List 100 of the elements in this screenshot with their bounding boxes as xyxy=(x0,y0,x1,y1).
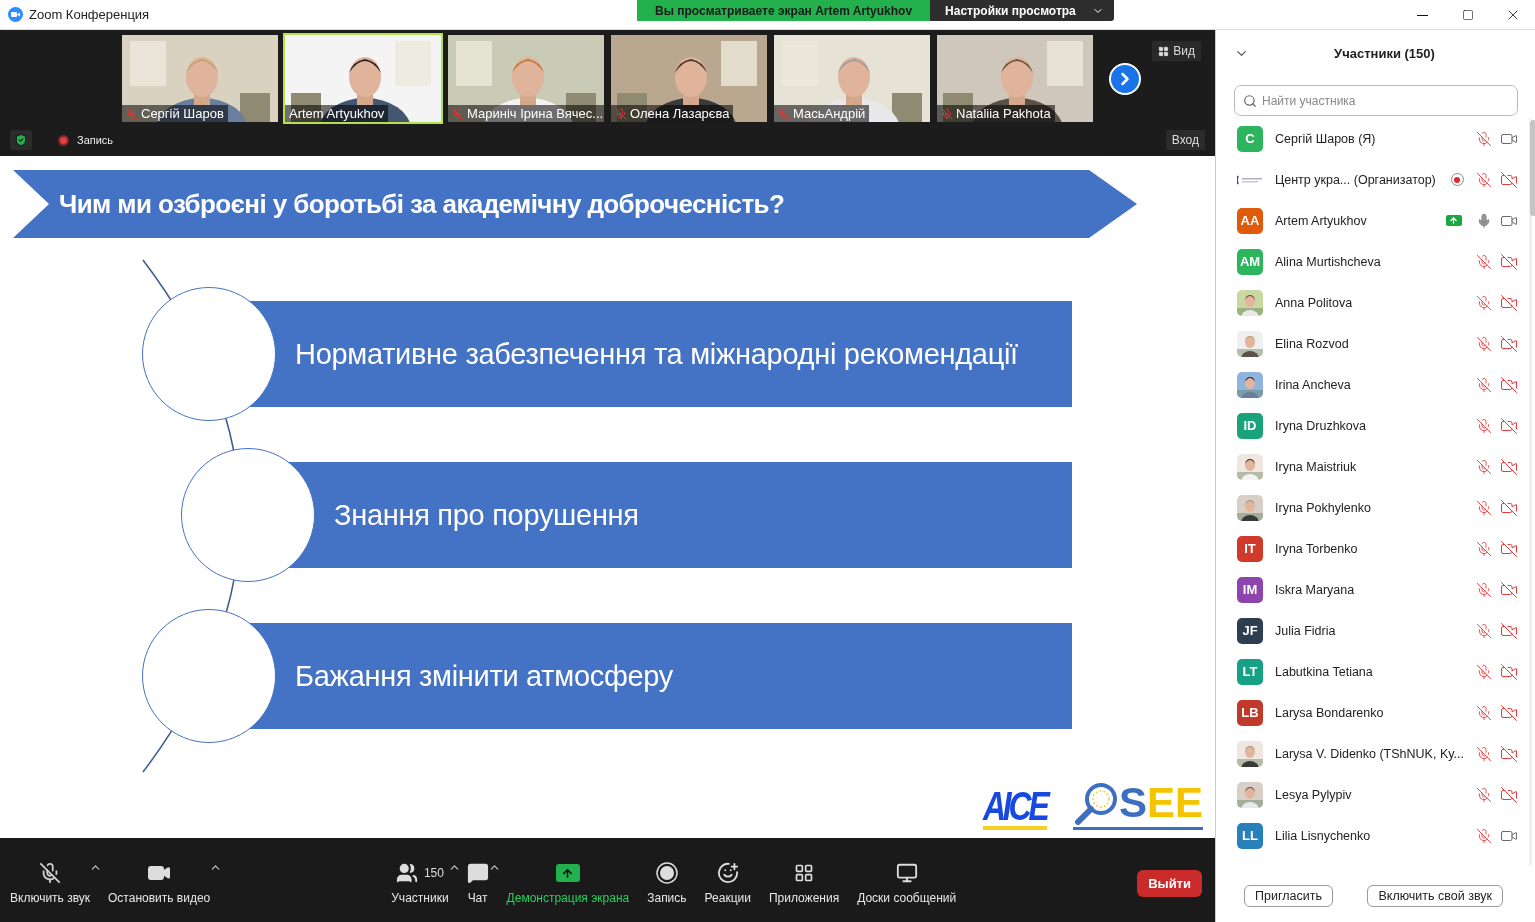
video-tile[interactable]: Nataliia Pakhota xyxy=(935,33,1095,124)
participant-row[interactable]: AM Alina Murtishcheva xyxy=(1216,241,1526,282)
view-button[interactable]: Вид xyxy=(1152,41,1201,61)
mic-off-icon[interactable] xyxy=(1475,786,1492,803)
participant-name: Lilia Lisnychenko xyxy=(1275,828,1372,843)
mic-off-icon[interactable] xyxy=(1475,417,1492,434)
participant-name: Anna Politova xyxy=(1275,295,1354,310)
search-icon xyxy=(1243,94,1257,108)
video-off-icon[interactable] xyxy=(1499,539,1518,558)
participant-name: Nataliia Pakhota xyxy=(937,105,1055,122)
participant-name: Iskra Maryana xyxy=(1275,582,1356,597)
mic-off-icon[interactable] xyxy=(1475,704,1492,721)
participant-row[interactable]: Центр укра... (Организатор) xyxy=(1216,159,1526,200)
stop-video-button[interactable]: Остановить видео xyxy=(108,861,211,905)
unmute-button[interactable]: Включить звук xyxy=(10,861,91,905)
scrollbar-thumb[interactable] xyxy=(1529,120,1535,216)
participant-row[interactable]: Elina Rozvod xyxy=(1216,323,1526,364)
participants-button[interactable]: 150 Участники xyxy=(391,861,449,905)
mic-off-icon[interactable] xyxy=(1475,376,1492,393)
mic-off-icon[interactable] xyxy=(1475,745,1492,762)
participant-name: Олена Лазарєва xyxy=(611,105,734,122)
video-off-icon[interactable] xyxy=(1499,170,1518,189)
video-off-icon[interactable] xyxy=(1499,703,1518,722)
mic-off-icon[interactable] xyxy=(1475,171,1492,188)
record-button[interactable]: Запись xyxy=(647,861,687,905)
mic-off-icon[interactable] xyxy=(1475,827,1492,844)
video-off-icon[interactable] xyxy=(1499,744,1518,763)
avatar: JF xyxy=(1237,617,1263,644)
participant-name: Сергій Шаров (Я) xyxy=(1275,131,1377,146)
chat-bubble-icon xyxy=(466,862,489,884)
participant-row[interactable]: LT Labutkina Tetiana xyxy=(1216,651,1526,692)
participant-row[interactable]: IM Iskra Maryana xyxy=(1216,569,1526,610)
reactions-button[interactable]: Реакции xyxy=(704,861,751,905)
security-button[interactable] xyxy=(10,130,32,150)
chat-button[interactable]: Чат xyxy=(466,861,489,905)
participant-row[interactable]: ID Iryna Druzhkova xyxy=(1216,405,1526,446)
video-off-icon[interactable] xyxy=(1499,252,1518,271)
participant-row[interactable]: Irina Ancheva xyxy=(1216,364,1526,405)
mic-off-icon[interactable] xyxy=(1475,335,1492,352)
mic-off-icon[interactable] xyxy=(1475,540,1492,557)
participant-row[interactable]: JF Julia Fidria xyxy=(1216,610,1526,651)
participant-row[interactable]: Iryna Maistriuk xyxy=(1216,446,1526,487)
search-field[interactable]: Найти участника xyxy=(1234,85,1518,116)
participant-row[interactable]: Larysa V. Didenko (TShNUK, Ky... xyxy=(1216,733,1526,774)
unmute-self-button[interactable]: Включить свой звук xyxy=(1367,885,1503,907)
mic-off-icon[interactable] xyxy=(1475,663,1492,680)
avatar: LB xyxy=(1237,699,1263,726)
participant-name: Iryna Pokhylenko xyxy=(1275,500,1372,515)
apps-button[interactable]: Приложения xyxy=(768,861,840,905)
video-off-icon[interactable] xyxy=(1499,580,1518,599)
participant-name: Larysa V. Didenko (TShNUK, Ky... xyxy=(1275,746,1464,761)
video-off-icon[interactable] xyxy=(1499,375,1518,394)
view-settings-button[interactable]: Настройки просмотра xyxy=(930,0,1114,21)
video-tile[interactable]: Олена Лазарєва xyxy=(609,33,769,124)
grid-icon xyxy=(1158,45,1170,57)
participant-row[interactable]: С Сергій Шаров (Я) xyxy=(1216,118,1526,159)
avatar: IM xyxy=(1237,576,1263,603)
mic-off-icon[interactable] xyxy=(1475,458,1492,475)
mic-off-icon xyxy=(452,107,464,120)
video-tile[interactable]: Artem Artyukhov xyxy=(283,33,443,124)
mic-off-icon[interactable] xyxy=(1475,294,1492,311)
participant-row[interactable]: LB Larysa Bondarenko xyxy=(1216,692,1526,733)
item-text: Бажання змінити атмосферу xyxy=(295,659,674,693)
video-off-icon[interactable] xyxy=(1499,416,1518,435)
participant-row[interactable]: AA Artem Artyukhov xyxy=(1216,200,1526,241)
mic-off-icon xyxy=(39,862,61,884)
record-icon xyxy=(655,862,678,884)
mic-off-icon[interactable] xyxy=(1475,253,1492,270)
video-off-icon[interactable] xyxy=(1499,621,1518,640)
share-banner: Вы просматриваете экран Artem Artyukhov xyxy=(637,0,931,21)
avatar: AM xyxy=(1237,248,1263,275)
video-off-icon[interactable] xyxy=(1499,334,1518,353)
leave-button[interactable]: Выйти xyxy=(1137,869,1202,897)
mic-off-icon[interactable] xyxy=(1475,499,1492,516)
participant-row[interactable]: IT Iryna Torbenko xyxy=(1216,528,1526,569)
mic-off-icon[interactable] xyxy=(1475,622,1492,639)
participant-row[interactable]: Anna Politova xyxy=(1216,282,1526,323)
recording-label: Запись xyxy=(77,134,114,146)
whiteboards-button[interactable]: Доски сообщений xyxy=(857,861,957,905)
video-tile[interactable]: Мариніч Ірина Вячес... xyxy=(446,33,606,124)
video-tile[interactable]: Сергій Шаров xyxy=(120,33,280,124)
participant-row[interactable]: Iryna Pokhylenko xyxy=(1216,487,1526,528)
mic-off-icon[interactable] xyxy=(1475,130,1492,147)
video-off-icon[interactable] xyxy=(1499,662,1518,681)
participant-row[interactable]: Lesya Pylypiv xyxy=(1216,774,1526,815)
video-off-icon[interactable] xyxy=(1499,498,1518,517)
video-off-icon[interactable] xyxy=(1499,457,1518,476)
next-page-button[interactable] xyxy=(1109,63,1141,95)
participant-name: Сергій Шаров xyxy=(122,105,228,122)
video-tile[interactable]: МасьАндрій xyxy=(772,33,932,124)
participant-name: Labutkina Tetiana xyxy=(1275,664,1374,679)
logo-icon xyxy=(1237,174,1263,185)
video-off-icon[interactable] xyxy=(1499,785,1518,804)
invite-button[interactable]: Пригласить xyxy=(1244,885,1333,907)
mic-off-icon[interactable] xyxy=(1475,581,1492,598)
share-screen-button[interactable]: Демонстрация экрана xyxy=(506,861,630,905)
participant-row[interactable]: LL Lilia Lisnychenko xyxy=(1216,815,1526,856)
enter-button[interactable]: Вход xyxy=(1165,130,1205,150)
video-off-icon[interactable] xyxy=(1499,293,1518,312)
apps-grid-icon xyxy=(794,863,815,883)
